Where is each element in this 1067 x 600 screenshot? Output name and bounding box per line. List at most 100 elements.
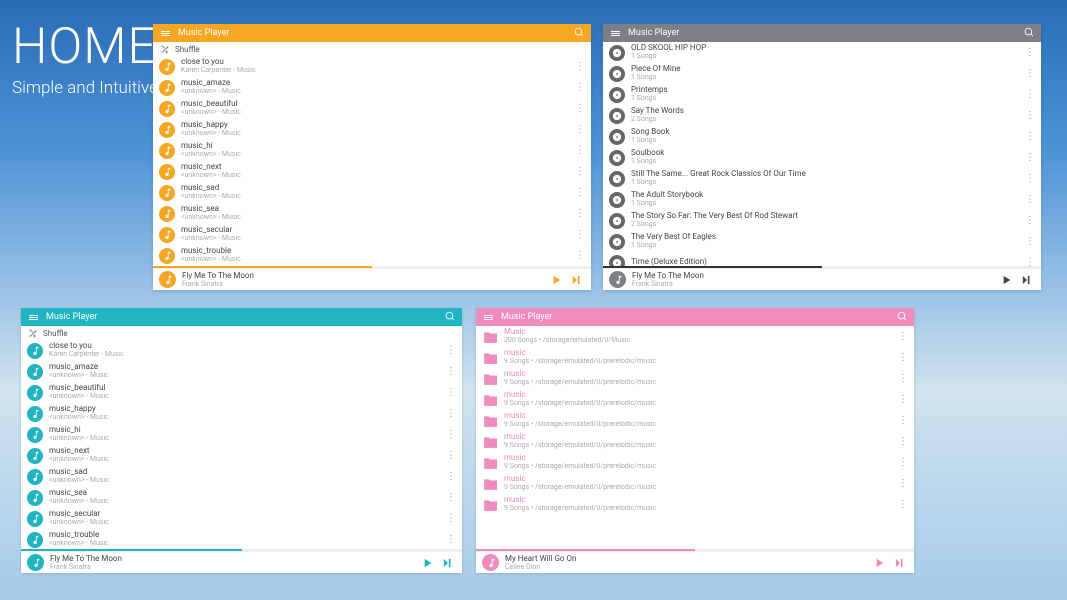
menu-icon[interactable] (161, 31, 170, 36)
list-item[interactable]: close to youKaren Carpenter - Music⋮ (153, 56, 591, 77)
now-playing-bar[interactable]: My Heart Will Go On Celine Dion (476, 551, 914, 573)
list-item[interactable]: Piece Of Mine1 Songs⋮ (603, 63, 1041, 84)
list-item[interactable]: music9 Songs • /storage/emulated/0/prere… (476, 389, 914, 410)
more-icon[interactable]: ⋮ (446, 535, 456, 545)
more-icon[interactable]: ⋮ (898, 416, 908, 426)
list-item[interactable]: music_secular<unknown> - Music⋮ (21, 508, 462, 529)
more-icon[interactable]: ⋮ (446, 472, 456, 482)
next-button[interactable] (440, 558, 456, 568)
list-item[interactable]: music_happy<unknown> - Music⋮ (153, 119, 591, 140)
now-playing-bar[interactable]: Fly Me To The Moon Frank Sinatra (153, 268, 591, 290)
list-item[interactable]: music_trouble<unknown> - Music⋮ (21, 529, 462, 549)
list-item[interactable]: music9 Songs • /storage/emulated/0/prere… (476, 473, 914, 494)
list-item[interactable]: The Very Best Of Eagles1 Songs⋮ (603, 231, 1041, 252)
more-icon[interactable]: ⋮ (1025, 195, 1035, 205)
list-item[interactable]: music_hi<unknown> - Music⋮ (21, 424, 462, 445)
list-item[interactable]: music_sad<unknown> - Music⋮ (153, 182, 591, 203)
next-button[interactable] (1019, 275, 1035, 285)
list-item[interactable]: music9 Songs • /storage/emulated/0/prere… (476, 431, 914, 452)
play-button[interactable] (872, 558, 888, 568)
shuffle-row[interactable]: Shuffle (153, 42, 591, 56)
list-item[interactable]: music_beautiful<unknown> - Music⋮ (21, 382, 462, 403)
list-item[interactable]: Soulbook1 Songs⋮ (603, 147, 1041, 168)
more-icon[interactable]: ⋮ (446, 514, 456, 524)
list-item[interactable]: Time (Deluxe Edition)⋮ (603, 252, 1041, 266)
search-icon[interactable] (573, 27, 583, 40)
list-item[interactable]: Music200 Songs • /storage/emulated/0/Mus… (476, 326, 914, 347)
list-item[interactable]: Song Book1 Songs⋮ (603, 126, 1041, 147)
more-icon[interactable]: ⋮ (446, 451, 456, 461)
more-icon[interactable]: ⋮ (575, 188, 585, 198)
list-item[interactable]: music9 Songs • /storage/emulated/0/prere… (476, 494, 914, 515)
list-item[interactable]: The Adult Storybook1 Songs⋮ (603, 189, 1041, 210)
more-icon[interactable]: ⋮ (1025, 48, 1035, 58)
more-icon[interactable]: ⋮ (898, 437, 908, 447)
more-icon[interactable]: ⋮ (1025, 90, 1035, 100)
list-item[interactable]: OLD SKOOL HIP HOP1 Songs⋮ (603, 42, 1041, 63)
more-icon[interactable]: ⋮ (575, 251, 585, 261)
list-item[interactable]: music_trouble<unknown> - Music⋮ (153, 245, 591, 266)
play-button[interactable] (420, 558, 436, 568)
more-icon[interactable]: ⋮ (1025, 258, 1035, 267)
list-item[interactable]: Say The Words2 Songs⋮ (603, 105, 1041, 126)
more-icon[interactable]: ⋮ (575, 167, 585, 177)
list-item[interactable]: Still The Same... Great Rock Classics Of… (603, 168, 1041, 189)
more-icon[interactable]: ⋮ (1025, 216, 1035, 226)
menu-icon[interactable] (611, 31, 620, 36)
list-item[interactable]: music9 Songs • /storage/emulated/0/prere… (476, 368, 914, 389)
more-icon[interactable]: ⋮ (446, 409, 456, 419)
search-icon[interactable] (444, 311, 454, 324)
more-icon[interactable]: ⋮ (898, 374, 908, 384)
list-item[interactable]: music_secular<unknown> - Music⋮ (153, 224, 591, 245)
menu-icon[interactable] (484, 315, 493, 320)
more-icon[interactable]: ⋮ (575, 125, 585, 135)
list-item[interactable]: music_sad<unknown> - Music⋮ (21, 466, 462, 487)
more-icon[interactable]: ⋮ (898, 500, 908, 510)
progress-bar[interactable] (603, 266, 1041, 268)
list-item[interactable]: music9 Songs • /storage/emulated/0/prere… (476, 410, 914, 431)
progress-bar[interactable] (21, 549, 462, 551)
now-playing-bar[interactable]: Fly Me To The Moon Frank Sinatra (603, 268, 1041, 290)
search-icon[interactable] (1023, 27, 1033, 40)
list-item[interactable]: music9 Songs • /storage/emulated/0/prere… (476, 347, 914, 368)
more-icon[interactable]: ⋮ (575, 104, 585, 114)
menu-icon[interactable] (29, 315, 38, 320)
more-icon[interactable]: ⋮ (575, 209, 585, 219)
list-item[interactable]: music_beautiful<unknown> - Music⋮ (153, 98, 591, 119)
more-icon[interactable]: ⋮ (446, 430, 456, 440)
list-item[interactable]: close to youKaren Carpenter - Music⋮ (21, 340, 462, 361)
more-icon[interactable]: ⋮ (898, 458, 908, 468)
play-button[interactable] (549, 275, 565, 285)
more-icon[interactable]: ⋮ (446, 493, 456, 503)
list-item[interactable]: The Story So Far: The Very Best Of Rod S… (603, 210, 1041, 231)
more-icon[interactable]: ⋮ (1025, 69, 1035, 79)
more-icon[interactable]: ⋮ (446, 388, 456, 398)
shuffle-row[interactable]: Shuffle (21, 326, 462, 340)
more-icon[interactable]: ⋮ (898, 332, 908, 342)
more-icon[interactable]: ⋮ (898, 479, 908, 489)
list-item[interactable]: music_next<unknown> - Music⋮ (21, 445, 462, 466)
progress-bar[interactable] (153, 266, 591, 268)
list-item[interactable]: music_next<unknown> - Music⋮ (153, 161, 591, 182)
list-item[interactable]: Printemps1 Songs⋮ (603, 84, 1041, 105)
more-icon[interactable]: ⋮ (898, 353, 908, 363)
play-button[interactable] (999, 275, 1015, 285)
now-playing-bar[interactable]: Fly Me To The Moon Frank Sinatra (21, 551, 462, 573)
list-item[interactable]: music9 Songs • /storage/emulated/0/prere… (476, 452, 914, 473)
more-icon[interactable]: ⋮ (575, 146, 585, 156)
list-item[interactable]: music_hi<unknown> - Music⋮ (153, 140, 591, 161)
list-item[interactable]: music_happy<unknown> - Music⋮ (21, 403, 462, 424)
list-item[interactable]: music_sea<unknown> - Music⋮ (153, 203, 591, 224)
next-button[interactable] (569, 275, 585, 285)
progress-bar[interactable] (476, 549, 914, 551)
more-icon[interactable]: ⋮ (1025, 237, 1035, 247)
more-icon[interactable]: ⋮ (575, 83, 585, 93)
more-icon[interactable]: ⋮ (575, 62, 585, 72)
more-icon[interactable]: ⋮ (898, 395, 908, 405)
list-item[interactable]: music_amaze<unknown> - Music⋮ (21, 361, 462, 382)
more-icon[interactable]: ⋮ (1025, 111, 1035, 121)
list-item[interactable]: music_sea<unknown> - Music⋮ (21, 487, 462, 508)
more-icon[interactable]: ⋮ (1025, 174, 1035, 184)
more-icon[interactable]: ⋮ (446, 346, 456, 356)
more-icon[interactable]: ⋮ (575, 230, 585, 240)
